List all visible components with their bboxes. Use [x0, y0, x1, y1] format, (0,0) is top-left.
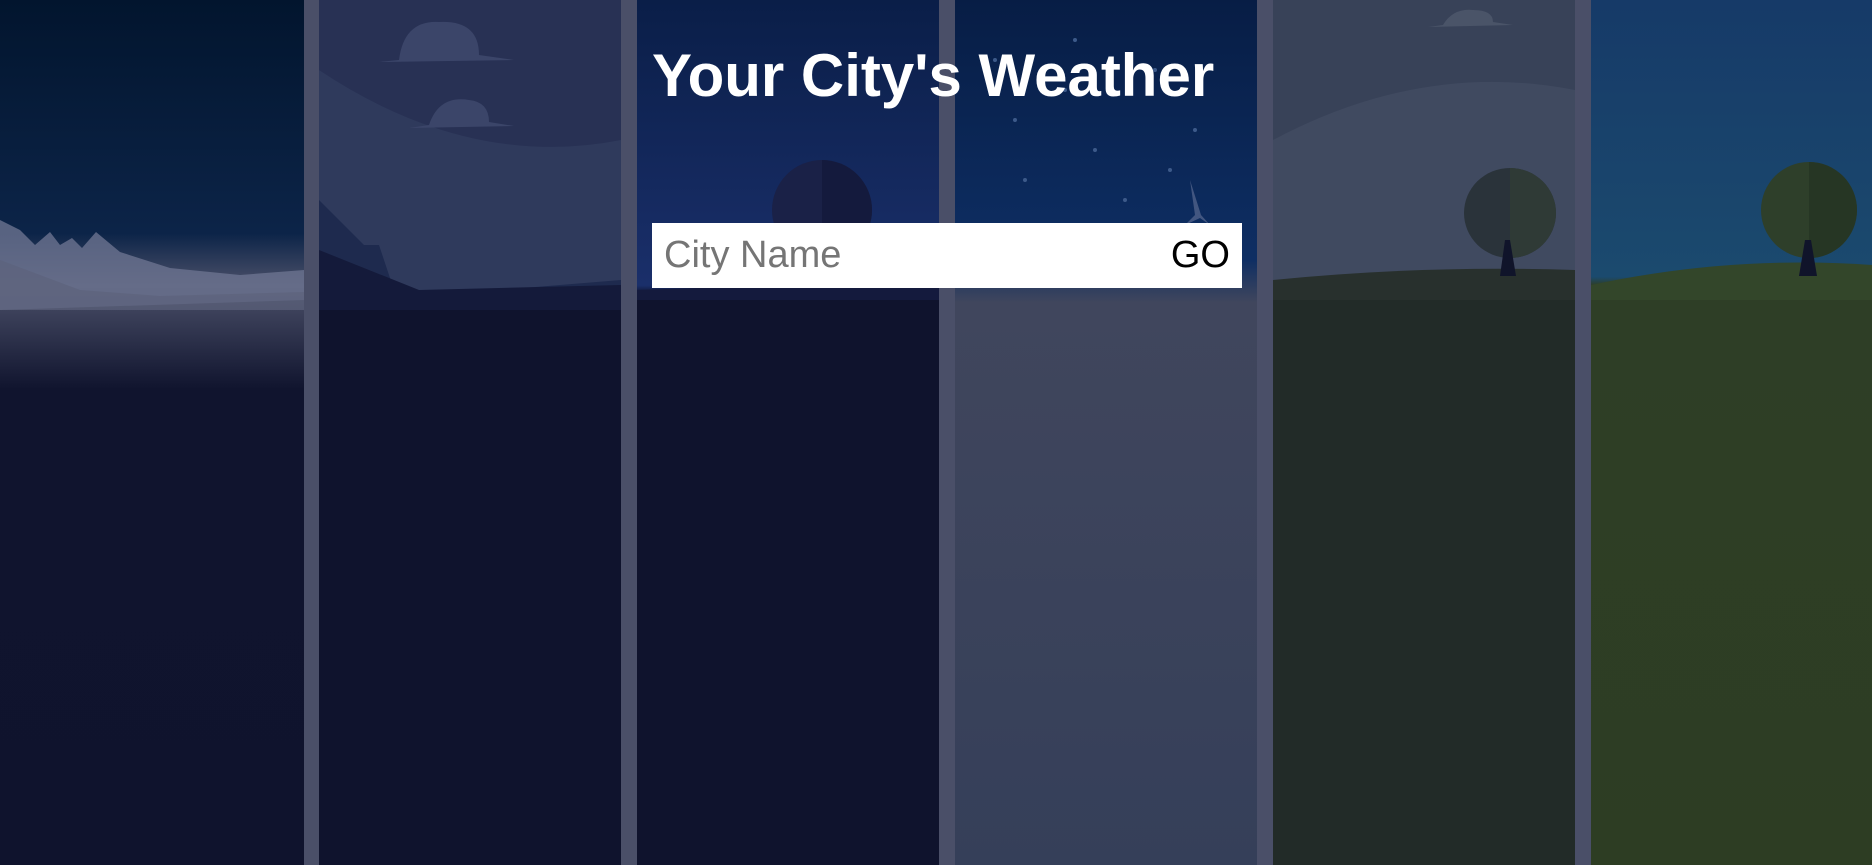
background-panel-night-moon	[637, 0, 939, 865]
background-panel-night-snow	[955, 0, 1257, 865]
weather-app: Your City's Weather GO	[0, 0, 1872, 865]
go-button[interactable]: GO	[1161, 223, 1242, 288]
city-search-form: GO	[652, 223, 1242, 288]
city-name-input[interactable]	[652, 223, 1161, 288]
background-panel-night-mountains	[0, 0, 304, 865]
background-panel-day-tree	[1591, 0, 1872, 865]
page-title: Your City's Weather	[652, 42, 1215, 109]
background-panel-cloudy-day	[1273, 0, 1575, 865]
background-panels	[0, 0, 1872, 865]
background-panel-night-hills	[319, 0, 621, 865]
